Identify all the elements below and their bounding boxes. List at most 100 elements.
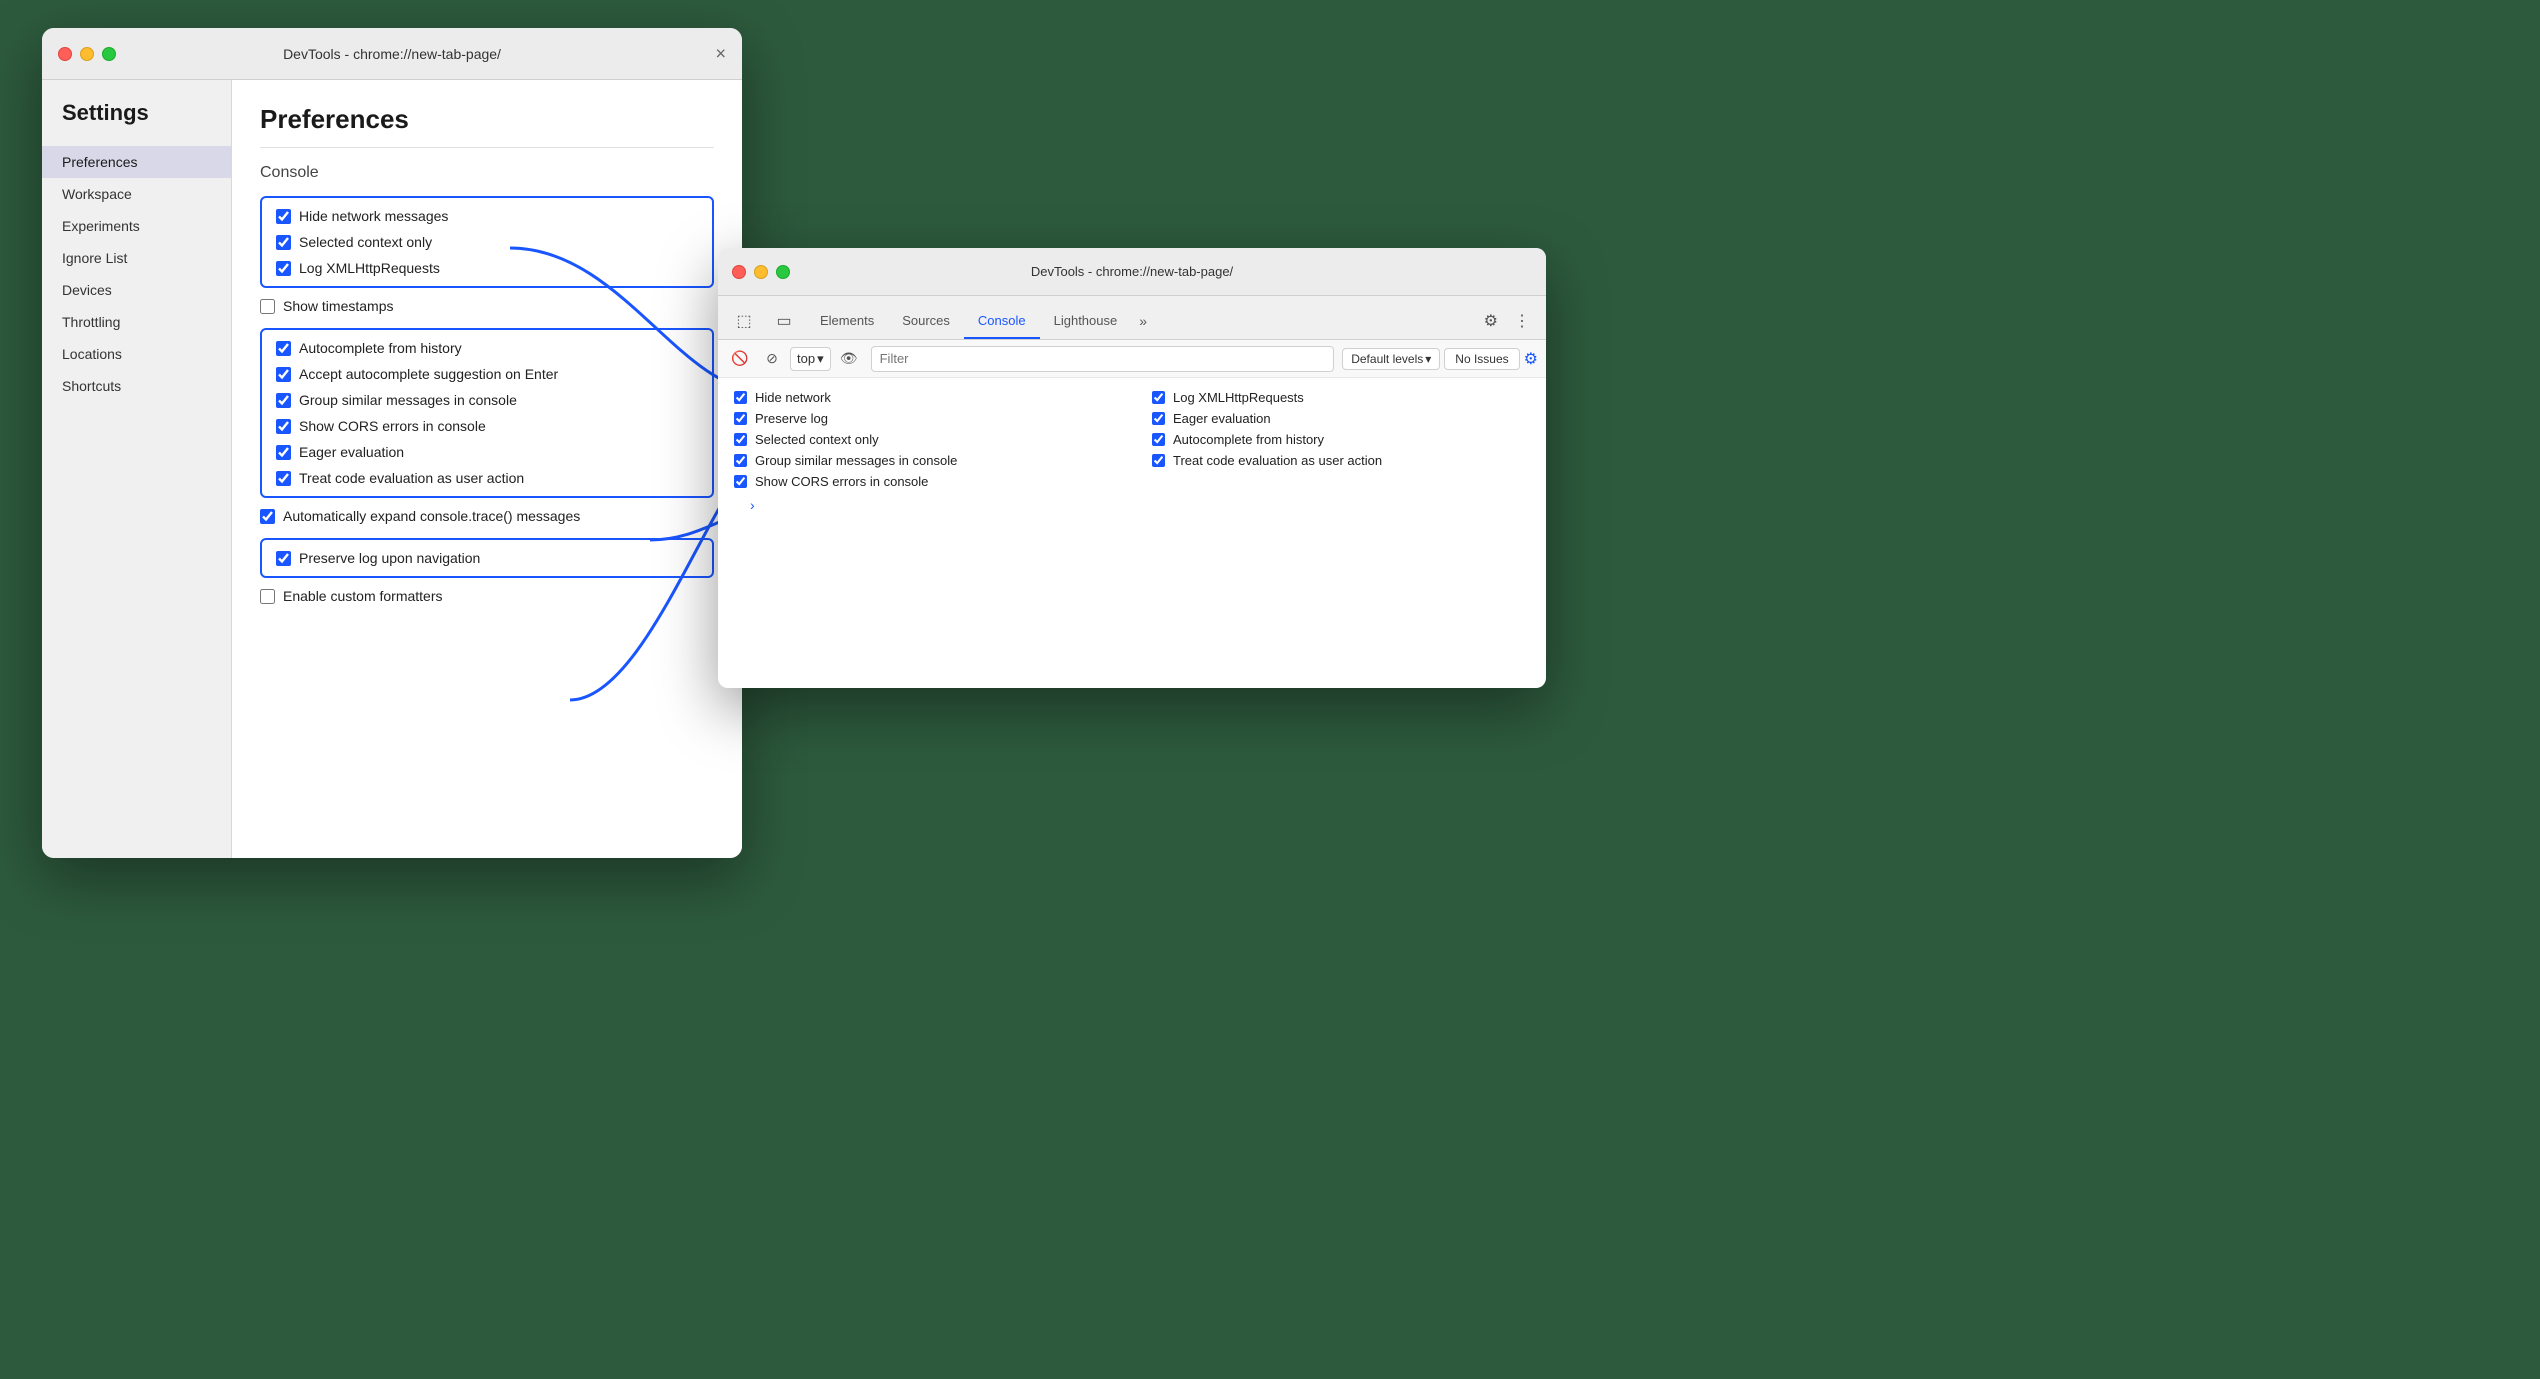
more-options-icon[interactable]: ⋮ (1506, 303, 1538, 339)
opt-eager-eval: Eager evaluation (1152, 411, 1530, 426)
checkbox-treat-code-eval[interactable]: Treat code evaluation as user action (276, 470, 698, 486)
devtools-window: DevTools - chrome://new-tab-page/ ⬚ ▭ El… (718, 248, 1546, 688)
checkbox-hide-network[interactable]: Hide network messages (276, 208, 698, 224)
sidebar-item-experiments[interactable]: Experiments (42, 210, 231, 242)
top-context-select[interactable]: top ▾ (790, 347, 831, 371)
checkbox-accept-autocomplete[interactable]: Accept autocomplete suggestion on Enter (276, 366, 698, 382)
console-settings-icon[interactable]: ⚙ (1524, 349, 1538, 369)
opt-treat-code-eval-input[interactable] (1152, 454, 1165, 467)
opt-selected-context-input[interactable] (734, 433, 747, 446)
opt-hide-network-input[interactable] (734, 391, 747, 404)
clear-console-icon[interactable]: 🚫 (726, 345, 754, 373)
checkbox-treat-code-eval-input[interactable] (276, 471, 291, 486)
checkbox-group-2: Autocomplete from history Accept autocom… (260, 328, 714, 498)
checkbox-selected-context-label: Selected context only (299, 234, 432, 250)
minimize-button-left[interactable] (80, 47, 94, 61)
window-title-left: DevTools - chrome://new-tab-page/ (283, 46, 501, 62)
top-label: top (797, 351, 815, 366)
checkbox-cors-errors-input[interactable] (276, 419, 291, 434)
checkbox-accept-autocomplete-input[interactable] (276, 367, 291, 382)
opt-group-similar-input[interactable] (734, 454, 747, 467)
sidebar-item-ignore-list[interactable]: Ignore List (42, 242, 231, 274)
checkbox-log-xmlhttp[interactable]: Log XMLHttpRequests (276, 260, 698, 276)
console-prompt: › (734, 489, 1530, 521)
sidebar-item-preferences[interactable]: Preferences (42, 146, 231, 178)
checkbox-preserve-log[interactable]: Preserve log upon navigation (276, 550, 698, 566)
console-options-left: Hide network Preserve log Selected conte… (734, 390, 1112, 489)
default-levels-label: Default levels (1351, 352, 1423, 366)
checkbox-log-xmlhttp-input[interactable] (276, 261, 291, 276)
close-x-button[interactable]: × (715, 43, 726, 64)
inspect-icon[interactable]: ⬚ (726, 303, 762, 339)
maximize-button-left[interactable] (102, 47, 116, 61)
opt-group-similar-label: Group similar messages in console (755, 453, 957, 468)
checkbox-expand-trace-input[interactable] (260, 509, 275, 524)
opt-eager-eval-label: Eager evaluation (1173, 411, 1271, 426)
checkbox-preserve-log-label: Preserve log upon navigation (299, 550, 480, 566)
sidebar-item-locations[interactable]: Locations (42, 338, 231, 370)
checkbox-autocomplete-history-input[interactable] (276, 341, 291, 356)
titlebar-left: DevTools - chrome://new-tab-page/ × (42, 28, 742, 80)
checkbox-selected-context[interactable]: Selected context only (276, 234, 698, 250)
opt-preserve-log-input[interactable] (734, 412, 747, 425)
console-section-label: Console (260, 164, 714, 182)
checkbox-group-1: Hide network messages Selected context o… (260, 196, 714, 288)
sidebar-item-shortcuts[interactable]: Shortcuts (42, 370, 231, 402)
opt-autocomplete-history: Autocomplete from history (1152, 432, 1530, 447)
checkbox-eager-eval[interactable]: Eager evaluation (276, 444, 698, 460)
device-icon[interactable]: ▭ (766, 303, 802, 339)
checkbox-group-similar-label: Group similar messages in console (299, 392, 517, 408)
sidebar-item-devices[interactable]: Devices (42, 274, 231, 306)
no-issues-button[interactable]: No Issues (1444, 348, 1519, 370)
traffic-lights-right (732, 265, 790, 279)
checkbox-show-timestamps[interactable]: Show timestamps (260, 298, 714, 314)
opt-autocomplete-history-input[interactable] (1152, 433, 1165, 446)
checkbox-custom-formatters-group: Enable custom formatters (260, 588, 714, 604)
checkbox-expand-trace-group: Automatically expand console.trace() mes… (260, 508, 714, 524)
checkbox-group-similar-input[interactable] (276, 393, 291, 408)
tab-lighthouse[interactable]: Lighthouse (1040, 303, 1132, 339)
opt-autocomplete-history-label: Autocomplete from history (1173, 432, 1324, 447)
checkbox-custom-formatters[interactable]: Enable custom formatters (260, 588, 714, 604)
console-options-right: Log XMLHttpRequests Eager evaluation Aut… (1152, 390, 1530, 489)
levels-chevron-icon: ▾ (1425, 352, 1431, 366)
checkbox-custom-formatters-label: Enable custom formatters (283, 588, 443, 604)
tab-console[interactable]: Console (964, 303, 1040, 339)
opt-log-xmlhttp-input[interactable] (1152, 391, 1165, 404)
maximize-button-right[interactable] (776, 265, 790, 279)
tab-elements[interactable]: Elements (806, 303, 888, 339)
checkbox-show-timestamps-input[interactable] (260, 299, 275, 314)
checkbox-log-xmlhttp-label: Log XMLHttpRequests (299, 260, 440, 276)
checkbox-autocomplete-history[interactable]: Autocomplete from history (276, 340, 698, 356)
tab-sources[interactable]: Sources (888, 303, 964, 339)
checkbox-eager-eval-input[interactable] (276, 445, 291, 460)
sidebar-item-throttling[interactable]: Throttling (42, 306, 231, 338)
checkbox-preserve-log-group: Preserve log upon navigation (260, 538, 714, 578)
console-options-grid: Hide network Preserve log Selected conte… (734, 390, 1530, 489)
filter-input[interactable] (871, 346, 1335, 372)
checkbox-custom-formatters-input[interactable] (260, 589, 275, 604)
checkbox-selected-context-input[interactable] (276, 235, 291, 250)
opt-selected-context: Selected context only (734, 432, 1112, 447)
close-button-right[interactable] (732, 265, 746, 279)
close-button-left[interactable] (58, 47, 72, 61)
minimize-button-right[interactable] (754, 265, 768, 279)
checkbox-cors-errors[interactable]: Show CORS errors in console (276, 418, 698, 434)
settings-icon[interactable]: ⚙ (1476, 303, 1506, 339)
titlebar-right: DevTools - chrome://new-tab-page/ (718, 248, 1546, 296)
eye-icon[interactable]: 👁 (835, 345, 863, 373)
checkbox-group-similar[interactable]: Group similar messages in console (276, 392, 698, 408)
filter-icon[interactable]: ⊘ (758, 345, 786, 373)
checkbox-expand-trace[interactable]: Automatically expand console.trace() mes… (260, 508, 714, 524)
opt-eager-eval-input[interactable] (1152, 412, 1165, 425)
opt-cors-errors-input[interactable] (734, 475, 747, 488)
more-tabs-button[interactable]: » (1131, 303, 1155, 339)
sidebar-item-workspace[interactable]: Workspace (42, 178, 231, 210)
console-options-content: Hide network Preserve log Selected conte… (718, 378, 1546, 533)
checkbox-preserve-log-input[interactable] (276, 551, 291, 566)
opt-cors-errors-label: Show CORS errors in console (755, 474, 928, 489)
default-levels-select[interactable]: Default levels ▾ (1342, 348, 1440, 370)
checkbox-hide-network-input[interactable] (276, 209, 291, 224)
checkbox-hide-network-label: Hide network messages (299, 208, 448, 224)
opt-treat-code-eval-label: Treat code evaluation as user action (1173, 453, 1382, 468)
